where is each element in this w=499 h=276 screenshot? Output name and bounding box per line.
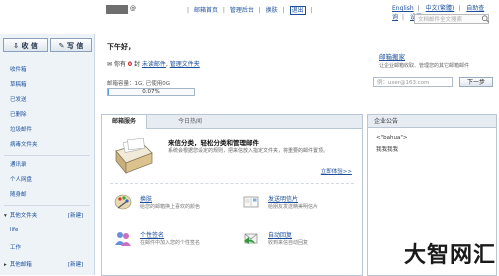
service-auto-reply-desc: 收到来信自动回复 xyxy=(268,239,308,246)
palette-icon xyxy=(114,193,132,211)
sidebar-item-work[interactable]: 工作 xyxy=(10,243,21,251)
mailbox-move-link[interactable]: 邮箱搬家 xyxy=(379,51,405,61)
sidebar-item-spam[interactable]: 垃圾邮件 xyxy=(10,125,32,133)
unread-count: 0 xyxy=(128,61,132,68)
panel-tabs: 邮箱服务 今日热闻 xyxy=(102,115,362,129)
receive-mail-button[interactable]: ⇩ 收 信 xyxy=(3,38,48,52)
new-folder-link[interactable]: [新建] xyxy=(68,211,83,219)
user-domain: @ xyxy=(130,5,136,12)
other-mailboxes-toggle[interactable]: ▸其他邮箱 xyxy=(4,260,32,268)
site-watermark: 大智网汇 xyxy=(404,237,496,269)
tab-today-news[interactable]: 今日热闻 xyxy=(168,115,212,128)
users-icon xyxy=(114,229,132,247)
tab-mail-services[interactable]: 邮箱服务 xyxy=(102,115,147,129)
chevron-down-icon: ▾ xyxy=(4,213,7,219)
feature-title: 来信分类，轻松分类和管理邮件 xyxy=(168,137,259,147)
service-postcard-title[interactable]: 发送明信片 xyxy=(268,194,298,203)
other-folders-toggle[interactable]: ▾其他文件夹 xyxy=(4,211,37,219)
reply-arrow-icon xyxy=(242,229,260,247)
envelope-icon: ✉ xyxy=(107,61,114,68)
top-links: | 邮箱首页 | 管理后台 | 换肤 | 退出 | xyxy=(187,5,316,14)
sidebar-item-netdisk[interactable]: 个人网盘 xyxy=(10,175,32,183)
manage-folders-link[interactable]: 管理文件夹 xyxy=(170,61,200,68)
chevron-right-icon: ▸ xyxy=(4,262,7,268)
service-skin-title[interactable]: 换肤 xyxy=(140,194,152,203)
top-bar: @ | 邮箱首页 | 管理后台 | 换肤 | 退出 | English| 中文(… xyxy=(0,0,499,34)
mail-status: ✉ 你有 0 封 未读邮件, 管理文件夹 xyxy=(107,59,200,68)
notice-line: <"bahua"> xyxy=(376,135,407,141)
mailbox-move-desc: 让企业邮箱收取、管理您的其它邮箱邮件 xyxy=(379,63,489,70)
try-now-link[interactable]: 立即体验>> xyxy=(321,167,352,175)
notice-line: 我我我我 xyxy=(376,145,398,153)
link-admin[interactable]: 管理后台 xyxy=(230,7,254,14)
unread-mail-link[interactable]: 未读邮件 xyxy=(142,61,166,68)
search-icon[interactable] xyxy=(481,15,490,23)
service-postcard[interactable]: 发送明信片 给朋友发送精美明信片 xyxy=(242,193,352,221)
service-auto-reply[interactable]: 自动回复 收到来信自动回复 xyxy=(242,229,352,257)
sidebar-divider xyxy=(4,155,90,156)
new-mailbox-link[interactable]: [新建] xyxy=(68,260,83,268)
service-signature-title[interactable]: 个性签名 xyxy=(140,230,164,239)
service-postcard-desc: 给朋友发送精美明信片 xyxy=(268,203,318,210)
mail-search-input[interactable]: 文档邮件全文搜索 xyxy=(414,14,489,24)
panel-divider xyxy=(110,183,354,184)
compose-icon: ✎ xyxy=(59,42,67,50)
notice-title: 企业公告 xyxy=(368,115,496,128)
service-signature[interactable]: 个性签名 在邮件中加入您的个性签名 xyxy=(114,229,224,257)
greeting: 下午好， xyxy=(107,42,135,52)
link-logout[interactable]: 退出 xyxy=(290,6,306,15)
email-field[interactable]: 例：user@163.com xyxy=(373,77,453,87)
link-skin[interactable]: 换肤 xyxy=(266,7,278,14)
next-step-button[interactable]: 下一步 xyxy=(459,77,493,87)
service-skin-desc: 给您的邮箱换上喜欢的颜色 xyxy=(140,203,200,210)
sidebar-item-sent[interactable]: 已发送 xyxy=(10,95,27,103)
feature-promo: 来信分类，轻松分类和管理邮件 系统会根据您设定的规则，把来信放入指定文件夹，将重… xyxy=(108,135,356,183)
storage-progress-bar: 0.07% xyxy=(107,88,195,96)
sidebar-item-life[interactable]: life xyxy=(10,227,18,233)
service-skin[interactable]: 换肤 给您的邮箱换上喜欢的颜色 xyxy=(114,193,224,221)
link-traditional-chinese[interactable]: 中文(繁體) xyxy=(426,5,455,12)
sidebar-item-mobile-mail[interactable]: 随身邮 xyxy=(10,190,27,198)
storage-percent: 0.07% xyxy=(108,89,194,95)
services-panel: 邮箱服务 今日热闻 来信分类，轻松分类和管理邮件 系统会根据您设定的规则，把来信… xyxy=(101,114,363,276)
feature-description: 系统会根据您设定的规则，把来信放入指定文件夹，将重要的邮件置顶。 xyxy=(168,148,353,155)
sidebar-divider xyxy=(4,205,90,206)
main-content: 下午好， ✉ 你有 0 封 未读邮件, 管理文件夹 邮箱容量：1G, 已使用0G… xyxy=(95,34,365,275)
user-name-redacted xyxy=(106,5,128,14)
service-auto-reply-title[interactable]: 自动回复 xyxy=(268,230,292,239)
sidebar-item-contacts[interactable]: 通讯录 xyxy=(10,160,27,168)
link-english[interactable]: English xyxy=(392,5,414,12)
sidebar: ⇩ 收 信 ✎ 写 信 收件箱 草稿箱 已发送 已删除 垃圾邮件 病毒文件夹 通… xyxy=(0,34,95,275)
mail-sort-illustration-icon xyxy=(112,137,156,177)
sidebar-item-inbox[interactable]: 收件箱 xyxy=(10,65,27,73)
sidebar-item-drafts[interactable]: 草稿箱 xyxy=(10,80,27,88)
sidebar-item-virus[interactable]: 病毒文件夹 xyxy=(10,140,38,148)
storage-info: 邮箱容量：1G, 已使用0G xyxy=(107,79,170,87)
postcard-icon xyxy=(242,193,260,211)
link-mail-home[interactable]: 邮箱首页 xyxy=(194,7,218,14)
service-signature-desc: 在邮件中加入您的个性签名 xyxy=(140,239,200,246)
write-mail-button[interactable]: ✎ 写 信 xyxy=(50,38,92,52)
sidebar-item-deleted[interactable]: 已删除 xyxy=(10,110,27,118)
